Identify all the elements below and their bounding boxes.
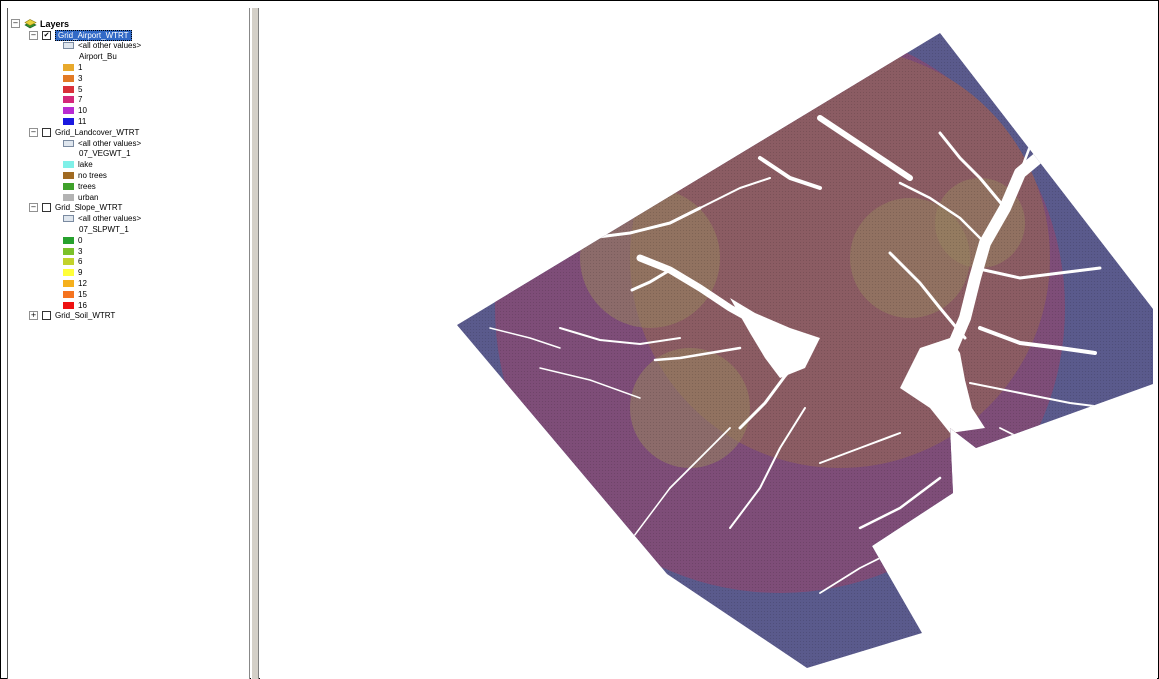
map-view[interactable] [260,8,1157,679]
layers-icon [24,19,37,29]
legend-label: 3 [78,246,83,256]
legend-swatch [63,171,74,179]
legend-field-heading: Airport_Bu [79,50,117,63]
legend-label: <all other values> [78,41,142,51]
legend-label: 5 [78,84,83,94]
legend-swatch [63,247,74,255]
legend-swatch [63,74,74,82]
legend-label: <all other values> [78,214,142,224]
legend-label: trees [78,181,96,191]
layer-name[interactable]: Grid_Slope_WTRT [55,203,122,212]
legend-field-name: 07_SLPWT_1 [79,224,129,234]
legend-label: urban [78,192,99,202]
table-of-contents: − Layers − ✔ Grid_Airport_WTRT <all other v… [7,8,250,679]
pane-splitter[interactable] [251,8,259,679]
legend-swatch [63,279,74,287]
legend-field-heading: 07_SLPWT_1 [79,223,129,236]
legend-swatch [63,161,74,169]
legend-swatch [63,139,74,147]
legend-field-name: 07_VEGWT_1 [79,149,131,159]
legend-swatch [63,215,74,223]
legend-label: 6 [78,257,83,267]
layer-row[interactable]: + Grid_Soil_WTRT [29,309,115,322]
legend-swatch [63,117,74,125]
legend-swatch [63,236,74,244]
legend-swatch [63,290,74,298]
layer-name[interactable]: Grid_Soil_WTRT [55,311,115,320]
legend-label: 3 [78,73,83,83]
legend-swatch [63,269,74,277]
legend-label: lake [78,160,93,170]
layer-visibility-checkbox[interactable] [42,127,51,137]
legend-swatch [63,63,74,71]
layer-visibility-checkbox[interactable]: ✔ [42,30,51,40]
legend-swatch [63,193,74,201]
layer-name[interactable]: Grid_Landcover_WTRT [55,128,139,137]
collapse-toggle[interactable]: − [11,19,20,28]
legend-swatch [63,301,74,309]
legend-swatch [63,96,74,104]
legend-field-name: Airport_Bu [79,52,117,62]
legend-swatch [63,107,74,115]
collapse-toggle[interactable]: − [29,203,38,213]
legend-label: 9 [78,268,83,278]
legend-swatch [63,42,74,50]
expand-toggle[interactable]: + [29,311,38,321]
legend-label: 1 [78,62,83,72]
legend-swatch [63,258,74,266]
legend-label: 11 [78,116,87,126]
collapse-toggle[interactable]: − [29,30,38,40]
layers-root-label: Layers [40,18,70,29]
legend-label: 10 [78,106,87,116]
legend-swatch [63,85,74,93]
legend-swatch [63,182,74,190]
legend-label: <all other values> [78,138,142,148]
legend-label: 12 [78,278,87,288]
legend-label: 7 [78,95,83,105]
layer-visibility-checkbox[interactable] [42,203,51,213]
legend-label: 15 [78,289,87,299]
legend-label: no trees [78,170,107,180]
legend-label: 0 [78,235,83,245]
collapse-toggle[interactable]: − [29,127,38,137]
raster-map[interactable] [260,8,1157,679]
layer-visibility-checkbox[interactable] [42,311,51,321]
legend-label: 16 [78,300,87,310]
